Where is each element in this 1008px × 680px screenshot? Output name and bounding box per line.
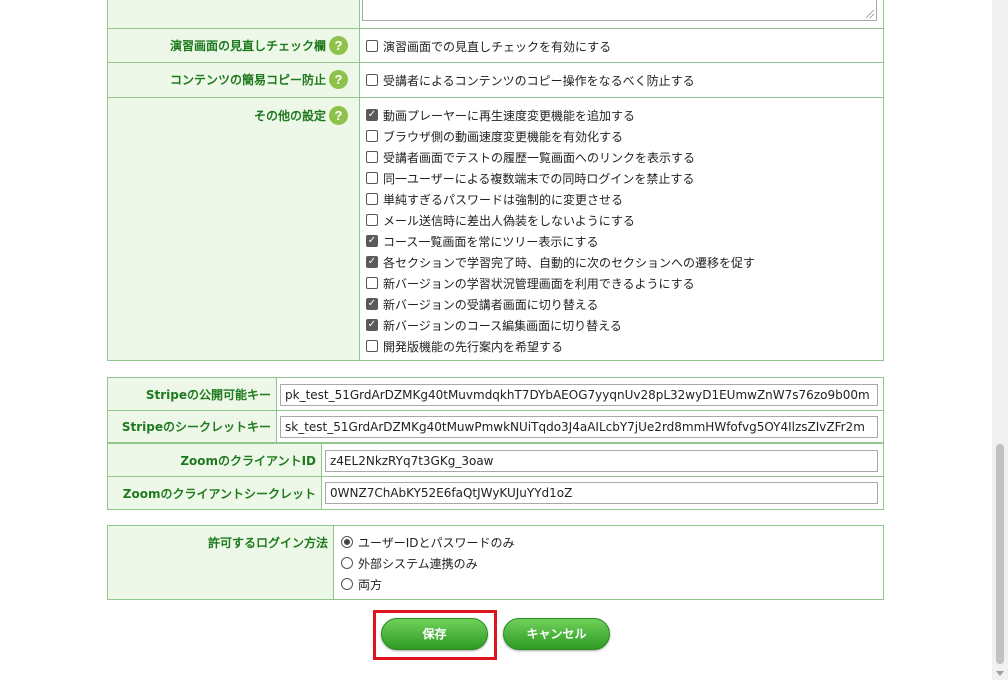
other-settings-option[interactable]: 開発版機能の先行案内を希望する [366,337,563,355]
stripe-secret-key-label: Stripeのシークレットキー [121,420,271,434]
other-settings-checkbox[interactable]: ✓ [366,319,378,331]
question-circle-icon[interactable]: ? [329,35,348,55]
login-method-radio[interactable] [341,557,353,569]
save-button[interactable]: 保存 [381,618,488,650]
other-settings-option[interactable]: ✓ 動画プレーヤーに再生速度変更機能を追加する [366,106,635,124]
vertical-scrollbar[interactable] [992,0,1008,680]
other-settings-option[interactable]: 新バージョンの学習状況管理画面を利用できるようにする [366,274,695,292]
other-settings-checkbox[interactable]: ✓ [366,235,378,247]
other-settings-checkbox[interactable] [366,340,378,352]
other-settings-checkbox[interactable]: ✓ [366,298,378,310]
zoom-client-id-label: ZoomのクライアントID [180,454,316,468]
stripe-public-key-input[interactable]: pk_test_51GrdArDZMKg40tMuvmdqkhT7DYbAEOG… [280,384,878,406]
review-check-label: 演習画面の見直しチェック欄 ? [108,35,348,55]
zoom-client-secret-input[interactable]: 0WNZ7ChAbKY52E6faQtJWyKUJuYYd1oZ [325,482,878,504]
other-settings-option[interactable]: ✓ 各セクションで学習完了時、自動的に次のセクションへの遷移を促す [366,253,755,271]
other-settings-checkbox[interactable] [366,277,378,289]
scroll-down-arrow-icon[interactable] [996,671,1004,676]
other-settings-option[interactable]: メール送信時に差出人偽装をしないようにする [366,211,635,229]
other-settings-option[interactable]: ブラウザ側の動画速度変更機能を有効化する [366,127,623,145]
login-method-radio[interactable] [341,578,353,590]
login-method-option[interactable]: 両方 [341,575,382,593]
stripe-secret-key-input[interactable]: sk_test_51GrdArDZMKg40tMuwPmwkNUiTqdo3J4… [280,416,878,438]
stripe-public-key-label: Stripeの公開可能キー [145,388,271,402]
login-method-option[interactable]: 外部システム連携のみ [341,554,478,572]
other-settings-option[interactable]: 同一ユーザーによる複数端末での同時ログインを禁止する [366,169,694,187]
other-settings-option[interactable]: ✓ 新バージョンのコース編集画面に切り替える [366,316,622,334]
other-settings-checkbox[interactable] [366,151,378,163]
login-method-option[interactable]: ユーザーIDとパスワードのみ [341,533,515,551]
question-circle-icon[interactable]: ? [329,69,348,89]
question-circle-icon[interactable]: ? [329,105,348,125]
login-method-table: 許可するログイン方法 ユーザーIDとパスワードのみ 外部システム連携のみ 両方 [107,525,884,600]
zoom-client-secret-label: Zoomのクライアントシークレット [122,487,316,501]
other-settings-checkbox[interactable] [366,214,378,226]
keys-table: Stripeの公開可能キー pk_test_51GrdArDZMKg40tMuv… [107,377,884,510]
other-settings-checkbox[interactable] [366,193,378,205]
other-settings-label: その他の設定 ? [108,105,348,125]
other-settings-option[interactable]: 受講者画面でテストの履歴一覧画面へのリンクを表示する [366,148,695,166]
review-check-checkbox[interactable] [366,40,378,52]
copy-protect-checkbox[interactable] [366,74,378,86]
copy-protect-option[interactable]: 受講者によるコンテンツのコピー操作をなるべく防止する [366,71,695,89]
resize-grip-icon[interactable] [866,10,874,18]
previous-textarea[interactable] [362,0,877,21]
login-method-radio[interactable] [341,536,353,548]
other-settings-checkbox[interactable] [366,172,378,184]
other-settings-option[interactable]: ✓ コース一覧画面を常にツリー表示にする [366,232,599,250]
copy-protect-label: コンテンツの簡易コピー防止 ? [108,69,348,89]
other-settings-option[interactable]: 単純すぎるパスワードは強制的に変更させる [366,190,623,208]
review-check-option[interactable]: 演習画面での見直しチェックを有効にする [366,37,611,55]
zoom-client-id-input[interactable]: z4EL2NkzRYq7t3GKg_3oaw [325,450,878,472]
cancel-button[interactable]: キャンセル [503,618,610,650]
login-method-label: 許可するログイン方法 [207,536,328,550]
settings-table-top: 演習画面の見直しチェック欄 ? 演習画面での見直しチェックを有効にする コンテン… [107,0,884,361]
other-settings-option[interactable]: ✓ 新バージョンの受講者画面に切り替える [366,295,598,313]
other-settings-checkbox[interactable]: ✓ [366,109,378,121]
other-settings-checkbox[interactable] [366,130,378,142]
other-settings-checkbox[interactable]: ✓ [366,256,378,268]
scrollbar-thumb[interactable] [996,444,1004,664]
